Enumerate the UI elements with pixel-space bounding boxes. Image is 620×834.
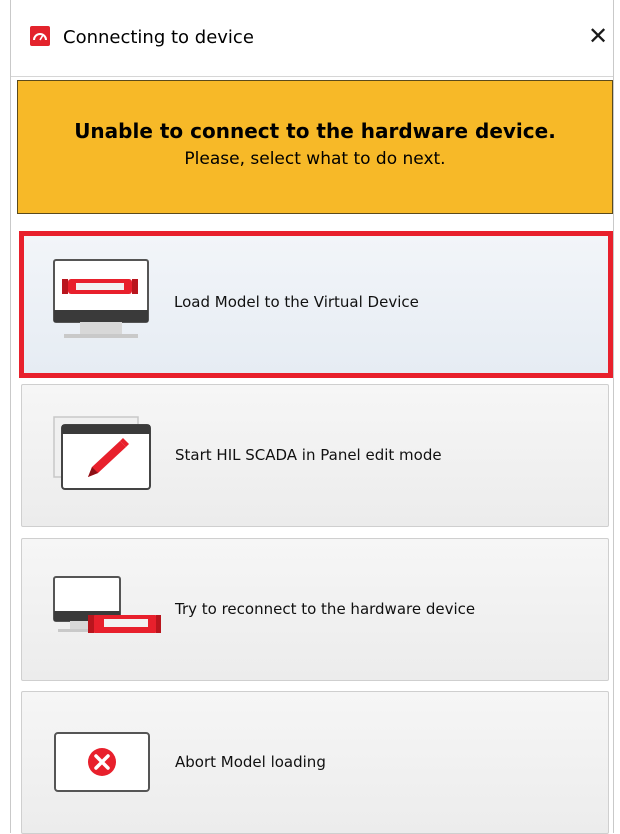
load-virtual-device-button[interactable]: Load Model to the Virtual Device (19, 231, 613, 378)
reconnect-hardware-icon (53, 576, 161, 633)
banner-title: Unable to connect to the hardware device… (74, 119, 556, 143)
banner-subtitle: Please, select what to do next. (184, 149, 446, 169)
typhoon-app-icon (30, 26, 50, 46)
virtual-device-monitor-icon (53, 259, 149, 338)
abort-model-loading-button[interactable]: Abort Model loading (21, 691, 609, 834)
option-label-abort: Abort Model loading (175, 753, 326, 771)
close-icon[interactable]: ✕ (585, 21, 611, 51)
window-title: Connecting to device (63, 27, 254, 48)
option-label-reconnect: Try to reconnect to the hardware device (175, 600, 476, 618)
start-scada-panel-edit-button[interactable]: Start HIL SCADA in Panel edit mode (21, 384, 609, 527)
panel-edit-pencil-icon (53, 416, 151, 490)
error-banner: Unable to connect to the hardware device… (17, 80, 613, 214)
title-bar: Connecting to device ✕ (11, 0, 613, 77)
connecting-dialog: Connecting to device ✕ Unable to connect… (10, 0, 614, 834)
reconnect-hardware-button[interactable]: Try to reconnect to the hardware device (21, 538, 609, 681)
abort-x-icon (54, 732, 150, 792)
option-label-scada-edit: Start HIL SCADA in Panel edit mode (175, 446, 442, 464)
option-label-load-virtual: Load Model to the Virtual Device (174, 293, 419, 311)
